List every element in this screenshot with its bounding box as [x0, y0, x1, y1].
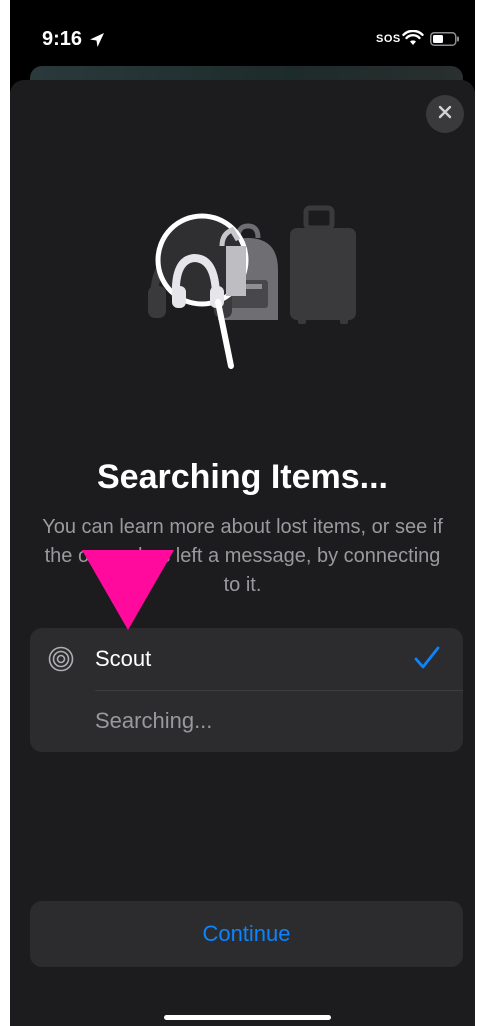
search-illustration — [130, 200, 370, 380]
magnifier-icon — [155, 213, 249, 369]
close-icon — [437, 104, 453, 125]
sos-indicator: SOS — [376, 33, 401, 45]
item-status: Searching... — [95, 708, 213, 733]
checkmark-icon — [414, 646, 440, 675]
home-indicator[interactable] — [164, 1015, 331, 1020]
location-arrow-icon — [88, 31, 106, 54]
airtag-icon — [48, 646, 74, 677]
status-time: 9:16 — [42, 28, 83, 50]
item-card[interactable]: Scout Searching... — [30, 628, 463, 752]
item-row-scout[interactable]: Scout — [30, 628, 463, 690]
pointer-arrow-annotation — [82, 550, 174, 635]
close-button[interactable] — [426, 95, 464, 133]
page-title: Searching Items... — [97, 458, 388, 496]
continue-button[interactable]: Continue — [30, 901, 463, 967]
item-divider — [95, 690, 463, 691]
status-bar: 9:16 SOS — [10, 0, 475, 70]
suitcase-icon — [290, 205, 356, 324]
item-name: Scout — [95, 646, 152, 671]
wifi-icon — [402, 29, 424, 51]
phone-screen: 9:16 SOS Searching Items... You can lear… — [10, 0, 475, 1026]
battery-icon — [430, 32, 460, 51]
